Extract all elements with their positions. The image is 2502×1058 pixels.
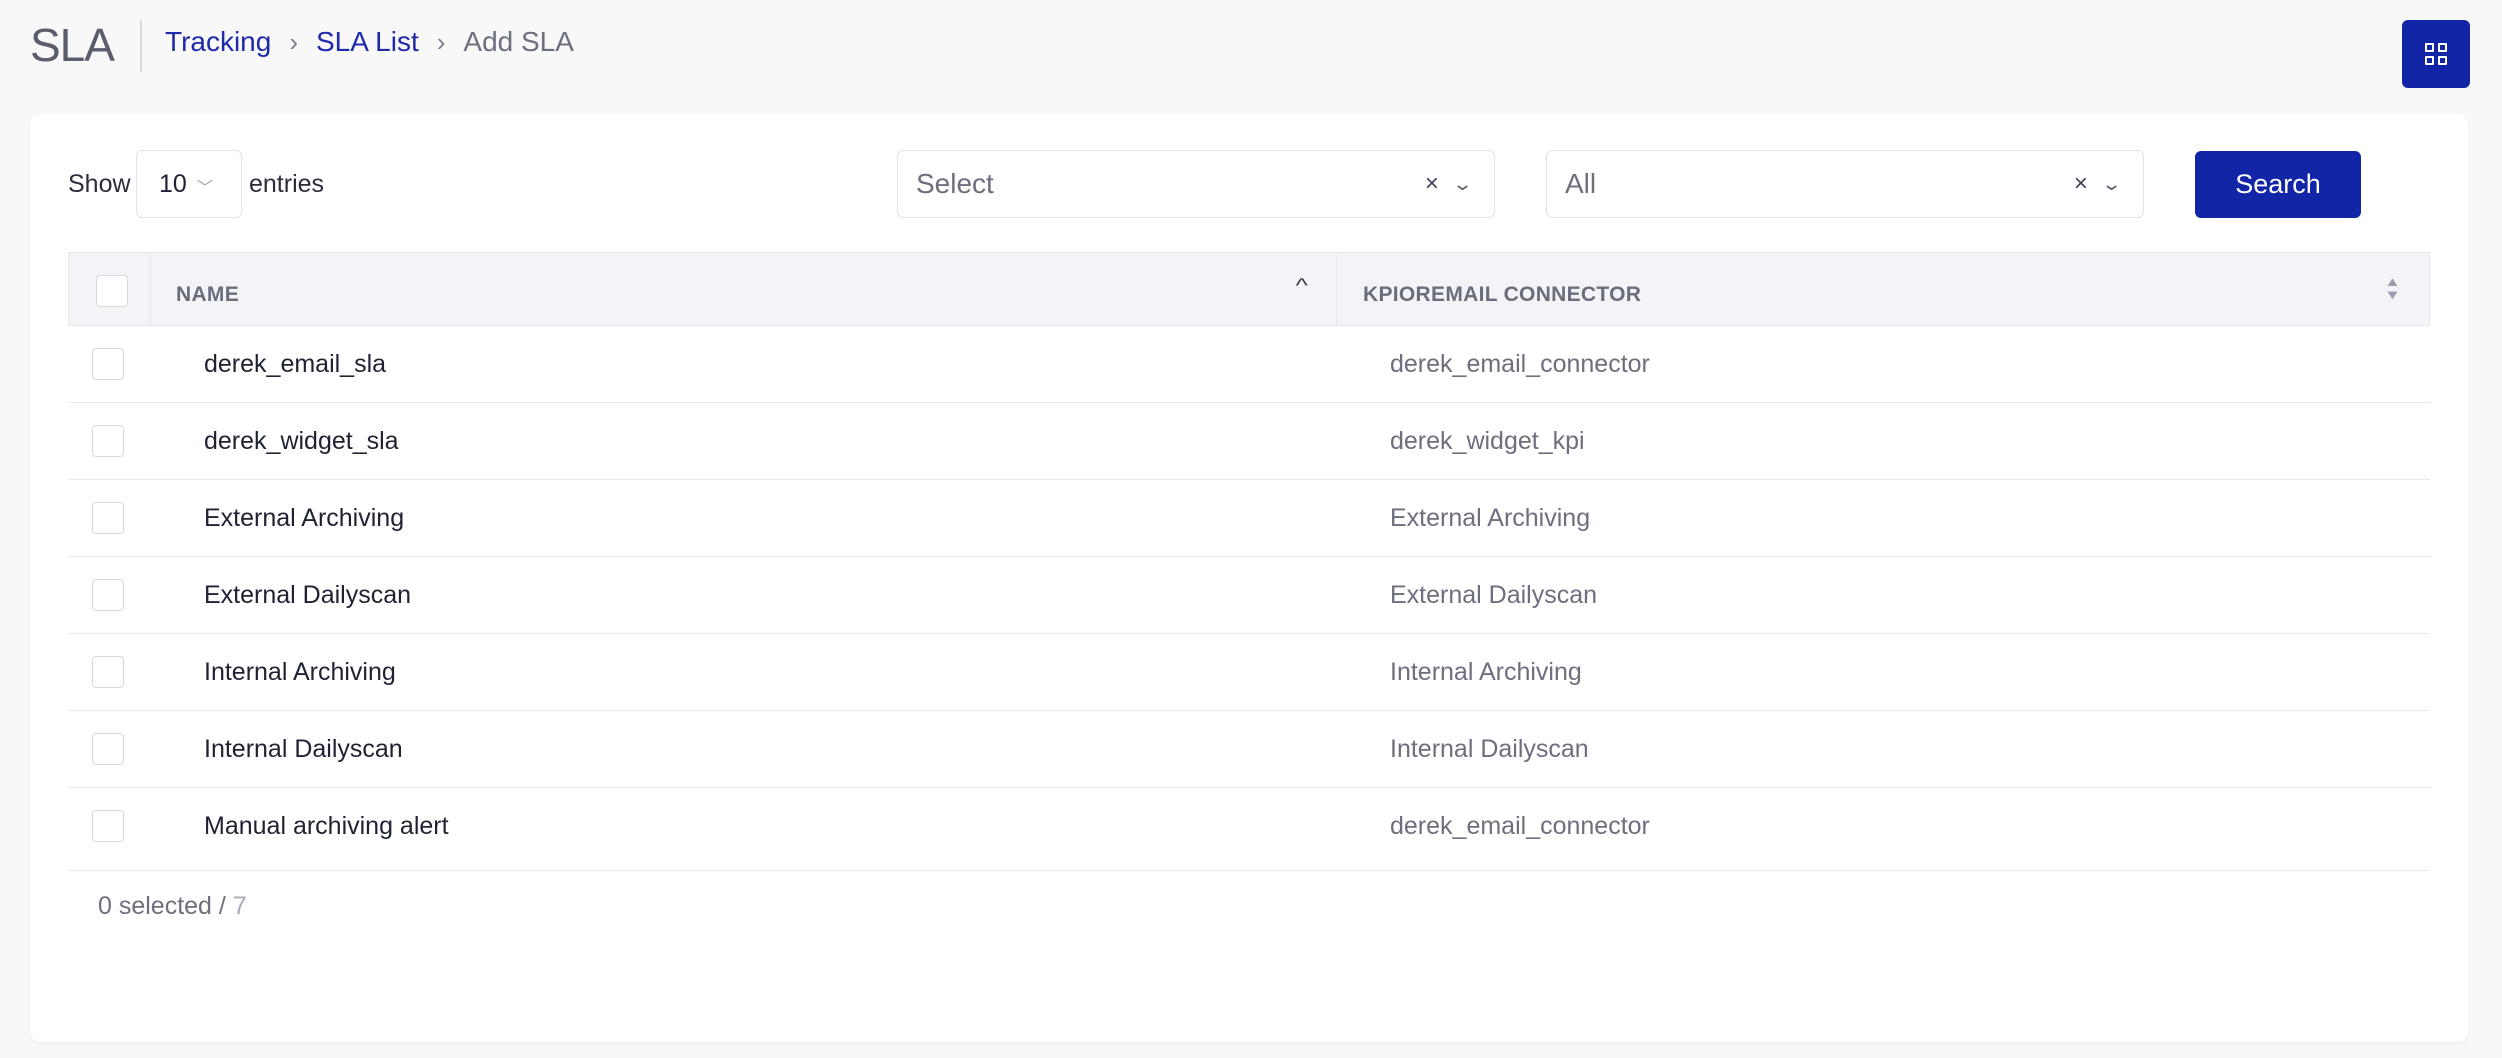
cell-kpi: Internal Archiving xyxy=(1390,658,1582,686)
cell-kpi: derek_email_connector xyxy=(1390,812,1650,840)
cell-name: derek_widget_sla xyxy=(204,427,399,455)
cell-name: Internal Archiving xyxy=(204,658,396,686)
selected-count-text: 0 selected / xyxy=(98,892,233,920)
column-name-label: NAME xyxy=(176,283,240,306)
clear-icon[interactable]: × xyxy=(1425,170,1439,198)
filter-all-value: All xyxy=(1565,168,1597,199)
entries-per-page-select[interactable]: 10 ﹀ xyxy=(136,150,242,218)
cell-kpi: Internal Dailyscan xyxy=(1390,735,1589,763)
table-row[interactable]: Internal Dailyscan Internal Dailyscan xyxy=(68,711,2430,788)
sort-ascending-icon[interactable]: ^ xyxy=(1295,275,1307,298)
sort-icon[interactable]: ▲ ▼ xyxy=(2384,275,2401,301)
table-header: NAME ^ KPIOREMAIL CONNECTOR ▲ ▼ xyxy=(68,252,2430,326)
clear-icon[interactable]: × xyxy=(2074,170,2088,198)
cell-name: Internal Dailyscan xyxy=(204,735,403,763)
filter-select[interactable]: Select × ⌄ xyxy=(897,150,1495,218)
cell-kpi: derek_widget_kpi xyxy=(1390,427,1585,455)
breadcrumb: Tracking › SLA List › Add SLA xyxy=(165,26,574,58)
sla-table: NAME ^ KPIOREMAIL CONNECTOR ▲ ▼ derek_ema… xyxy=(68,252,2430,871)
breadcrumb-tracking[interactable]: Tracking xyxy=(165,26,271,58)
cell-kpi: External Archiving xyxy=(1390,504,1591,532)
row-checkbox[interactable] xyxy=(92,348,124,380)
breadcrumb-add-sla: Add SLA xyxy=(463,26,574,57)
chevron-down-icon[interactable]: ⌄ xyxy=(1452,174,1473,195)
total-count: 7 xyxy=(232,892,247,920)
page-header: SLA Tracking › SLA List › Add SLA xyxy=(30,0,2470,92)
cell-name: External Archiving xyxy=(204,504,405,532)
show-label: Show xyxy=(68,170,131,198)
column-kpi-label: KPIOREMAIL CONNECTOR xyxy=(1363,283,1642,306)
cell-name: External Dailyscan xyxy=(204,581,412,609)
app-title: SLA xyxy=(30,19,115,71)
row-checkbox[interactable] xyxy=(92,425,124,457)
column-header-name[interactable]: NAME ^ xyxy=(150,253,1337,325)
grid-icon xyxy=(2425,43,2447,65)
entries-value: 10 xyxy=(159,169,187,198)
chevron-right-icon: › xyxy=(289,26,298,57)
sla-list-card: Show 10 ﹀ entries Select × ⌄ All × ⌄ Sea… xyxy=(30,114,2468,1042)
cell-kpi: External Dailyscan xyxy=(1390,581,1598,609)
cell-name: Manual archiving alert xyxy=(204,812,449,840)
apps-menu-button[interactable] xyxy=(2402,20,2470,88)
cell-name: derek_email_sla xyxy=(204,350,387,378)
chevron-right-icon: › xyxy=(436,26,446,57)
chevron-down-icon: ﹀ xyxy=(196,180,213,197)
search-button[interactable]: Search xyxy=(2195,151,2361,218)
table-row[interactable]: External Archiving External Archiving xyxy=(68,480,2430,557)
row-checkbox[interactable] xyxy=(92,810,124,842)
filter-all-select[interactable]: All × ⌄ xyxy=(1546,150,2144,218)
header-check-cell xyxy=(69,253,151,325)
row-checkbox[interactable] xyxy=(92,656,124,688)
row-checkbox[interactable] xyxy=(92,502,124,534)
column-header-kpi[interactable]: KPIOREMAIL CONNECTOR ▲ ▼ xyxy=(1336,253,2429,325)
table-row[interactable]: derek_email_sla derek_email_connector xyxy=(68,326,2430,403)
entries-label: entries xyxy=(249,170,325,198)
select-all-checkbox[interactable] xyxy=(96,275,128,307)
row-checkbox[interactable] xyxy=(92,733,124,765)
cell-kpi: derek_email_connector xyxy=(1390,350,1650,378)
selection-count: 0 selected / 7 xyxy=(98,892,247,921)
chevron-down-icon[interactable]: ⌄ xyxy=(2101,174,2122,195)
table-row[interactable]: Manual archiving alert derek_email_conne… xyxy=(68,788,2430,871)
breadcrumb-sla-list[interactable]: SLA List xyxy=(316,26,419,58)
table-row[interactable]: derek_widget_sla derek_widget_kpi xyxy=(68,403,2430,480)
table-row[interactable]: Internal Archiving Internal Archiving xyxy=(68,634,2430,711)
title-divider xyxy=(140,20,142,72)
table-row[interactable]: External Dailyscan External Dailyscan xyxy=(68,557,2430,634)
filter-select-value: Select xyxy=(916,168,994,199)
row-checkbox[interactable] xyxy=(92,579,124,611)
